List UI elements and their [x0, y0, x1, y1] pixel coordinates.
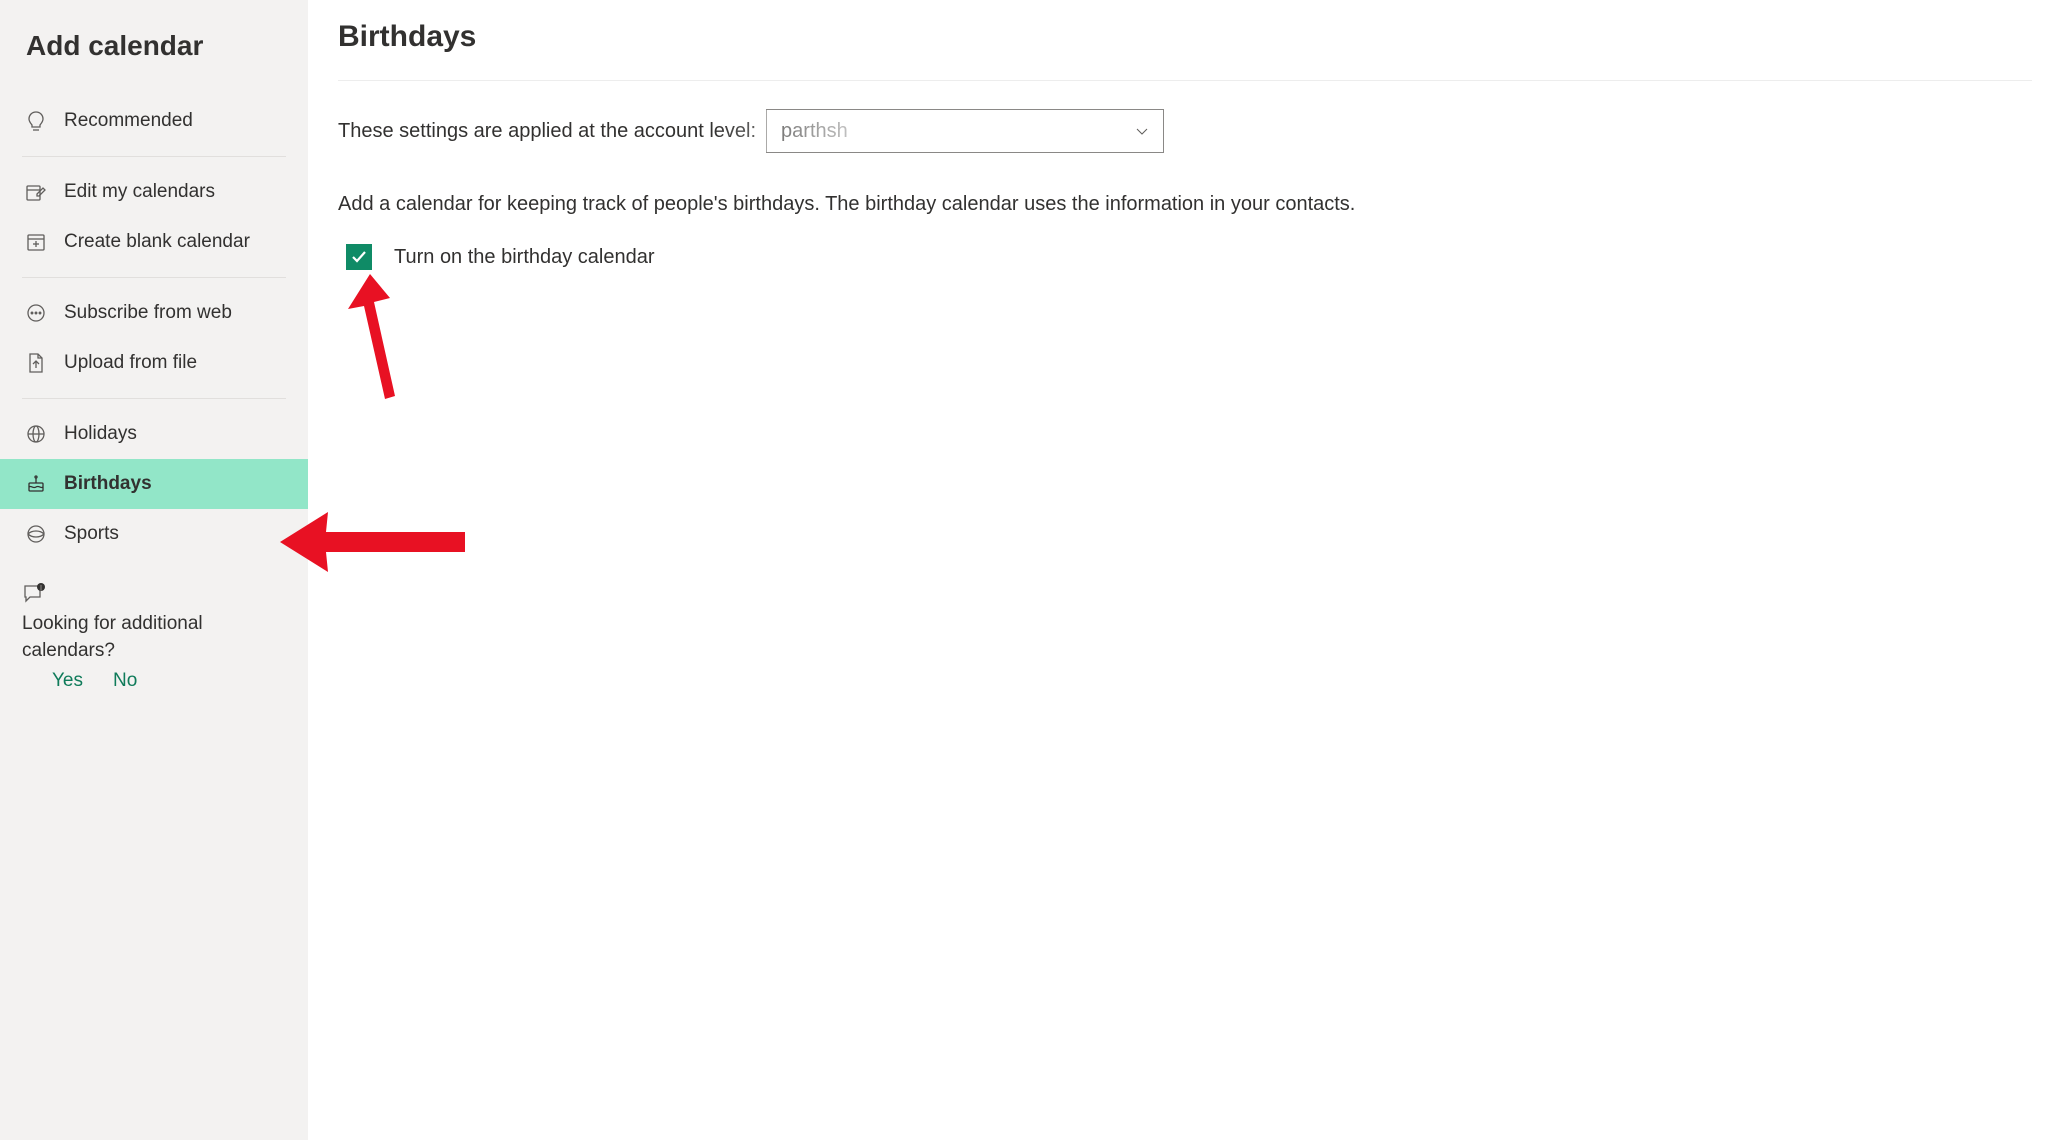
- sidebar-item-create-blank[interactable]: Create blank calendar: [0, 217, 308, 267]
- sidebar-group: Holidays Birthdays Sports: [22, 398, 286, 569]
- account-label: These settings are applied at the accoun…: [338, 120, 756, 143]
- sidebar-item-birthdays[interactable]: Birthdays: [0, 459, 308, 509]
- feedback-text: Looking for additional calendars?: [22, 611, 286, 664]
- sidebar-item-upload-file[interactable]: Upload from file: [0, 338, 308, 388]
- sidebar-item-label: Subscribe from web: [64, 302, 232, 324]
- sidebar-item-edit-calendars[interactable]: Edit my calendars: [0, 167, 308, 217]
- sidebar-group: Subscribe from web Upload from file: [22, 277, 286, 398]
- feedback-section: ! Looking for additional calendars? Yes …: [0, 575, 308, 716]
- main-pane: Birthdays These settings are applied at …: [308, 0, 2062, 1140]
- sidebar-item-subscribe-web[interactable]: Subscribe from web: [0, 288, 308, 338]
- account-value: parthsh: [781, 120, 848, 143]
- sidebar-item-label: Holidays: [64, 423, 137, 445]
- edit-calendar-icon: [26, 182, 46, 202]
- chevron-down-icon: [1135, 126, 1149, 136]
- feedback-icon: !: [22, 583, 286, 605]
- account-dropdown[interactable]: parthsh: [766, 109, 1164, 153]
- account-setting-row: These settings are applied at the accoun…: [338, 109, 2032, 153]
- add-calendar-icon: [26, 232, 46, 252]
- sidebar-title: Add calendar: [0, 18, 308, 86]
- description-text: Add a calendar for keeping track of peop…: [338, 193, 2032, 216]
- page-title: Birthdays: [338, 20, 2032, 81]
- sports-icon: [26, 524, 46, 544]
- sidebar-item-holidays[interactable]: Holidays: [0, 409, 308, 459]
- file-upload-icon: [26, 353, 46, 373]
- svg-text:!: !: [40, 586, 42, 592]
- ellipsis-circle-icon: [26, 303, 46, 323]
- feedback-no-button[interactable]: No: [113, 670, 137, 692]
- birthday-checkbox-label: Turn on the birthday calendar: [394, 246, 655, 269]
- sidebar: Add calendar Recommended Edit my calenda…: [0, 0, 308, 1140]
- sidebar-item-label: Sports: [64, 523, 119, 545]
- lightbulb-icon: [26, 111, 46, 131]
- birthday-checkbox[interactable]: [346, 244, 372, 270]
- sidebar-item-sports[interactable]: Sports: [0, 509, 308, 559]
- sidebar-item-label: Create blank calendar: [64, 231, 250, 253]
- cake-icon: [26, 474, 46, 494]
- sidebar-group: Edit my calendars Create blank calendar: [22, 156, 286, 277]
- sidebar-item-label: Edit my calendars: [64, 181, 215, 203]
- globe-icon: [26, 424, 46, 444]
- birthday-toggle-row: Turn on the birthday calendar: [338, 244, 2032, 270]
- sidebar-item-label: Upload from file: [64, 352, 197, 374]
- sidebar-item-label: Recommended: [64, 110, 193, 132]
- sidebar-item-label: Birthdays: [64, 473, 152, 495]
- feedback-yes-button[interactable]: Yes: [52, 670, 83, 692]
- sidebar-group: Recommended: [22, 86, 286, 156]
- sidebar-item-recommended[interactable]: Recommended: [0, 96, 308, 146]
- feedback-buttons: Yes No: [22, 670, 286, 692]
